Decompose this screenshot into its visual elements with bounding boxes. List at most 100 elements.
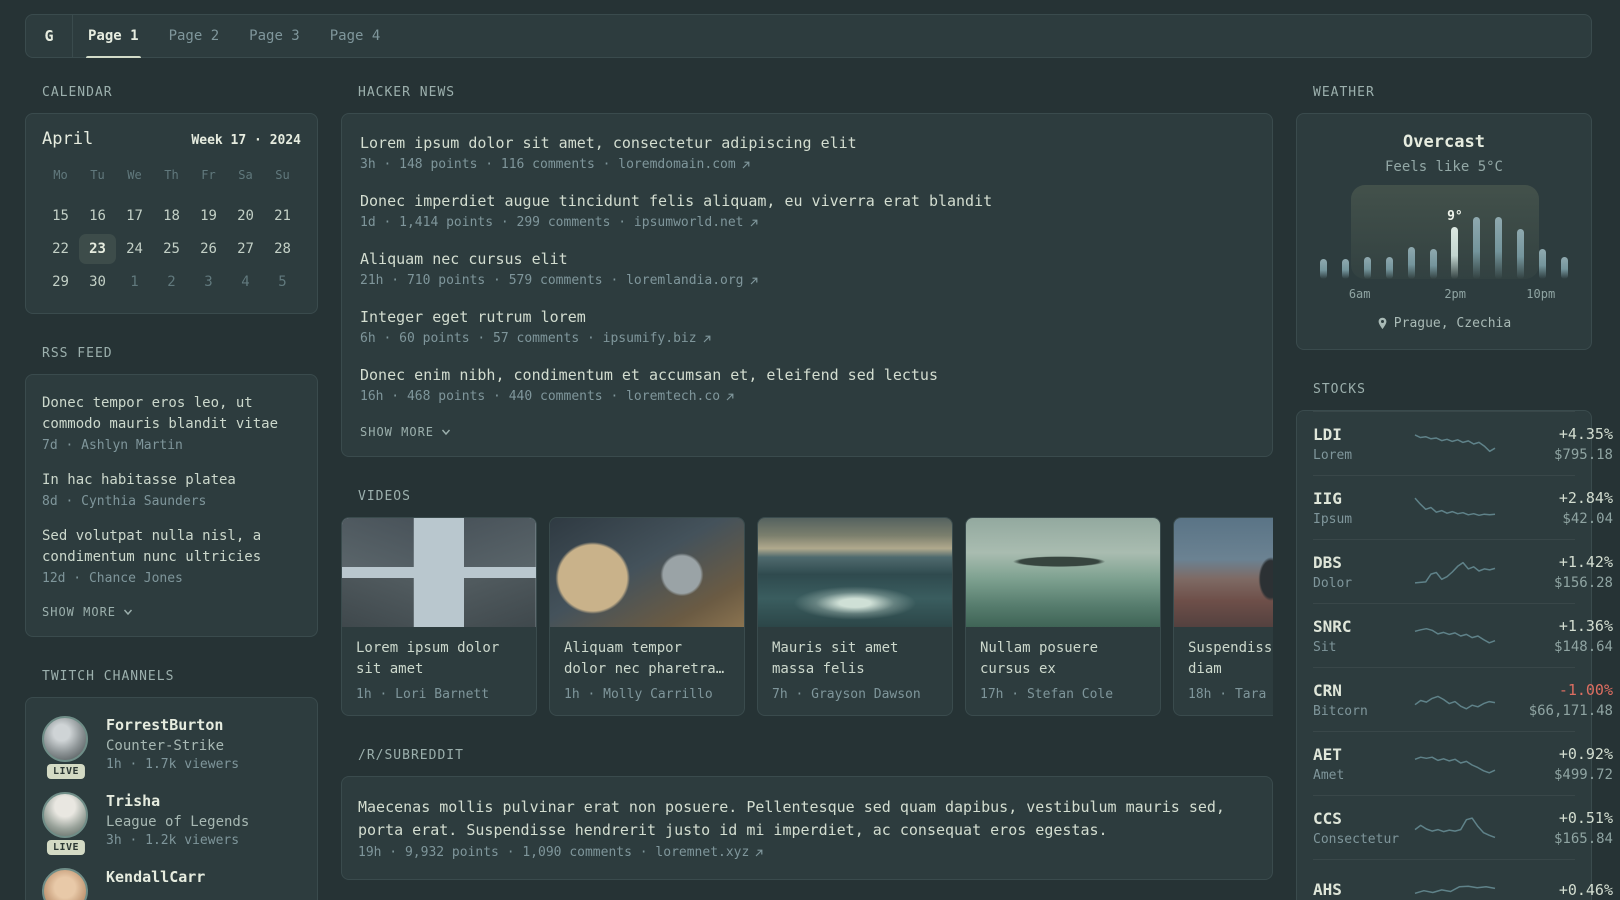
rss-item-title[interactable]: Donec tempor eros leo, ut commodo mauris… xyxy=(42,393,301,435)
hackernews-item: Aliquam nec cursus elit 21h · 710 points… xyxy=(360,249,1254,288)
calendar-date: 24 xyxy=(126,241,143,257)
stock-ticker: LDI xyxy=(1313,424,1342,444)
hackernews-item-title[interactable]: Lorem ipsum dolor sit amet, consectetur … xyxy=(360,133,1254,154)
rss-show-more-button[interactable]: SHOW MORE xyxy=(42,605,133,619)
show-more-label: SHOW MORE xyxy=(42,605,117,619)
rss-item-title[interactable]: In hac habitasse platea xyxy=(42,470,301,491)
calendar-month: April xyxy=(42,129,94,149)
twitch-channel-row[interactable]: LIVE ForrestBurton Counter-Strike 1h · 1… xyxy=(42,716,301,779)
stock-sparkline xyxy=(1414,497,1496,516)
stock-sparkline-wrap xyxy=(1413,877,1497,900)
calendar-weekday: Sa xyxy=(238,168,253,182)
hackernews-title: HACKER NEWS xyxy=(358,85,456,100)
avatar xyxy=(42,868,88,900)
calendar-date: 2 xyxy=(167,274,176,290)
video-card[interactable]: Lorem ipsum dolor sit amet consectetu… 1… xyxy=(341,517,537,716)
weather-axis-label: 6am xyxy=(1348,287,1371,301)
stock-change: -1.00% xyxy=(1558,680,1613,699)
weather-feels-like: Feels like 5°C xyxy=(1384,159,1503,175)
calendar-date: 4 xyxy=(241,274,250,290)
hackernews-item-meta: 16h · 468 points · 440 comments · loremt… xyxy=(360,389,1254,404)
rss-list: Donec tempor eros leo, ut commodo mauris… xyxy=(42,393,301,586)
hackernews-show-more-button[interactable]: SHOW MORE xyxy=(360,425,451,439)
calendar-weekday: Tu xyxy=(90,168,105,182)
hackernews-item-title[interactable]: Aliquam nec cursus elit xyxy=(360,249,1254,270)
videos-widget: VIDEOS Lorem ipsum dolor sit amet consec… xyxy=(341,489,1273,716)
weather-bar-wrap xyxy=(1473,217,1481,279)
video-card[interactable]: Nullam posuere cursus ex 17h · Stefan Co… xyxy=(965,517,1161,716)
video-card[interactable]: Mauris sit amet massa felis 7h · Grayson… xyxy=(757,517,953,716)
live-badge: LIVE xyxy=(46,764,86,779)
twitch-channel-game: Counter-Strike xyxy=(106,738,225,754)
page-tab[interactable]: Page 4 xyxy=(315,15,396,57)
stocks-title: STOCKS xyxy=(1313,382,1366,397)
chevron-down-icon xyxy=(442,429,451,436)
stock-change: +1.42% xyxy=(1558,552,1613,571)
subreddit-title: /R/SUBREDDIT xyxy=(358,748,464,763)
weather-location: Prague, Czechia xyxy=(1313,316,1575,331)
twitch-avatar-wrap: LIVE xyxy=(42,868,90,900)
calendar-date: 26 xyxy=(200,241,217,257)
weather-bar xyxy=(1341,259,1349,279)
stock-sparkline xyxy=(1414,627,1496,644)
page-tab[interactable]: Page 3 xyxy=(234,15,315,57)
stock-sparkline xyxy=(1414,695,1496,710)
stock-change: +4.35% xyxy=(1558,424,1613,443)
calendar-weekday: Su xyxy=(275,168,290,182)
hackernews-item-title[interactable]: Donec enim nibh, condimentum et accumsan… xyxy=(360,365,1254,386)
calendar-card: April Week 17 · 2024 Mo Tu We Th Fr Sa Su 15 16… xyxy=(25,113,318,314)
rss-item-title[interactable]: Sed volutpat nulla nisl, a condimentum n… xyxy=(42,526,301,568)
videos-title: VIDEOS xyxy=(358,489,411,504)
hackernews-item: Donec enim nibh, condimentum et accumsan… xyxy=(360,365,1254,404)
twitch-card: LIVE ForrestBurton Counter-Strike 1h · 1… xyxy=(25,697,318,900)
stock-id: IIG Ipsum xyxy=(1313,489,1413,527)
stock-row: CCS Consectetur +0.51% $165.84 xyxy=(1313,795,1613,859)
calendar-date: 16 xyxy=(89,208,106,224)
stock-values: +4.35% $795.18 xyxy=(1497,425,1613,463)
stock-row: AHS +0.46% xyxy=(1313,859,1613,900)
stock-ticker: CRN xyxy=(1313,680,1342,700)
calendar-weekday: Th xyxy=(164,168,179,182)
subreddit-post-title[interactable]: Maecenas mollis pulvinar erat non posuer… xyxy=(358,796,1256,842)
stock-row: AET Amet +0.92% $499.72 xyxy=(1313,731,1613,795)
app-logo[interactable]: G xyxy=(26,15,72,57)
page-tab[interactable]: Page 1 xyxy=(73,15,154,58)
twitch-channel-info: ForrestBurton Counter-Strike 1h · 1.7k v… xyxy=(106,716,239,772)
weather-bar-wrap xyxy=(1320,259,1327,279)
hackernews-item-title[interactable]: Donec imperdiet augue tincidunt felis al… xyxy=(360,191,1254,212)
calendar-date: 30 xyxy=(89,274,106,290)
stock-values: -1.00% $66,171.48 xyxy=(1497,681,1613,719)
calendar-date: 1 xyxy=(130,274,139,290)
left-column: CALENDAR April Week 17 · 2024 Mo Tu We Th Fr… xyxy=(25,85,318,900)
stock-id: DBS Dolor xyxy=(1313,553,1413,591)
stock-values: +1.36% $148.64 xyxy=(1497,617,1613,655)
calendar-widget: CALENDAR April Week 17 · 2024 Mo Tu We Th Fr… xyxy=(25,85,318,314)
video-card[interactable]: Aliquam tempor dolor nec pharetra… 1h · … xyxy=(549,517,745,716)
video-card[interactable]: Suspendisse eget diam 18h · Tara xyxy=(1173,517,1273,716)
hackernews-list: Lorem ipsum dolor sit amet, consectetur … xyxy=(360,133,1254,404)
stock-id: AET Amet xyxy=(1313,745,1413,783)
stock-id: CRN Bitcorn xyxy=(1313,681,1413,719)
subreddit-widget: /R/SUBREDDIT Maecenas mollis pulvinar er… xyxy=(341,748,1273,880)
hackernews-card: Lorem ipsum dolor sit amet, consectetur … xyxy=(341,113,1273,457)
stock-id: AHS xyxy=(1313,880,1413,900)
external-link-icon xyxy=(742,161,750,168)
stock-price: $42.04 xyxy=(1562,510,1613,527)
hackernews-item-title[interactable]: Integer eget rutrum lorem xyxy=(360,307,1254,328)
twitch-channel-row[interactable]: LIVE KendallCarr xyxy=(42,868,301,900)
video-card-body: Lorem ipsum dolor sit amet consectetu… 1… xyxy=(342,627,536,715)
video-card-body: Suspendisse eget diam 18h · Tara xyxy=(1174,627,1273,715)
twitch-channel-info: Trisha League of Legends 3h · 1.2k viewe… xyxy=(106,792,249,848)
external-link-icon xyxy=(703,335,710,342)
stock-sparkline xyxy=(1414,816,1496,838)
rss-item: Donec tempor eros leo, ut commodo mauris… xyxy=(42,393,301,453)
weather-bar xyxy=(1451,227,1459,279)
stock-row: CRN Bitcorn -1.00% $66,171.48 xyxy=(1313,667,1613,731)
video-card-body: Nullam posuere cursus ex 17h · Stefan Co… xyxy=(966,627,1160,715)
weather-bar xyxy=(1363,257,1371,279)
weather-bar xyxy=(1560,257,1568,279)
page-tab[interactable]: Page 2 xyxy=(154,15,235,57)
stock-change: +1.36% xyxy=(1558,616,1613,635)
location-pin-icon xyxy=(1378,317,1387,329)
twitch-channel-row[interactable]: LIVE Trisha League of Legends 3h · 1.2k … xyxy=(42,792,301,855)
